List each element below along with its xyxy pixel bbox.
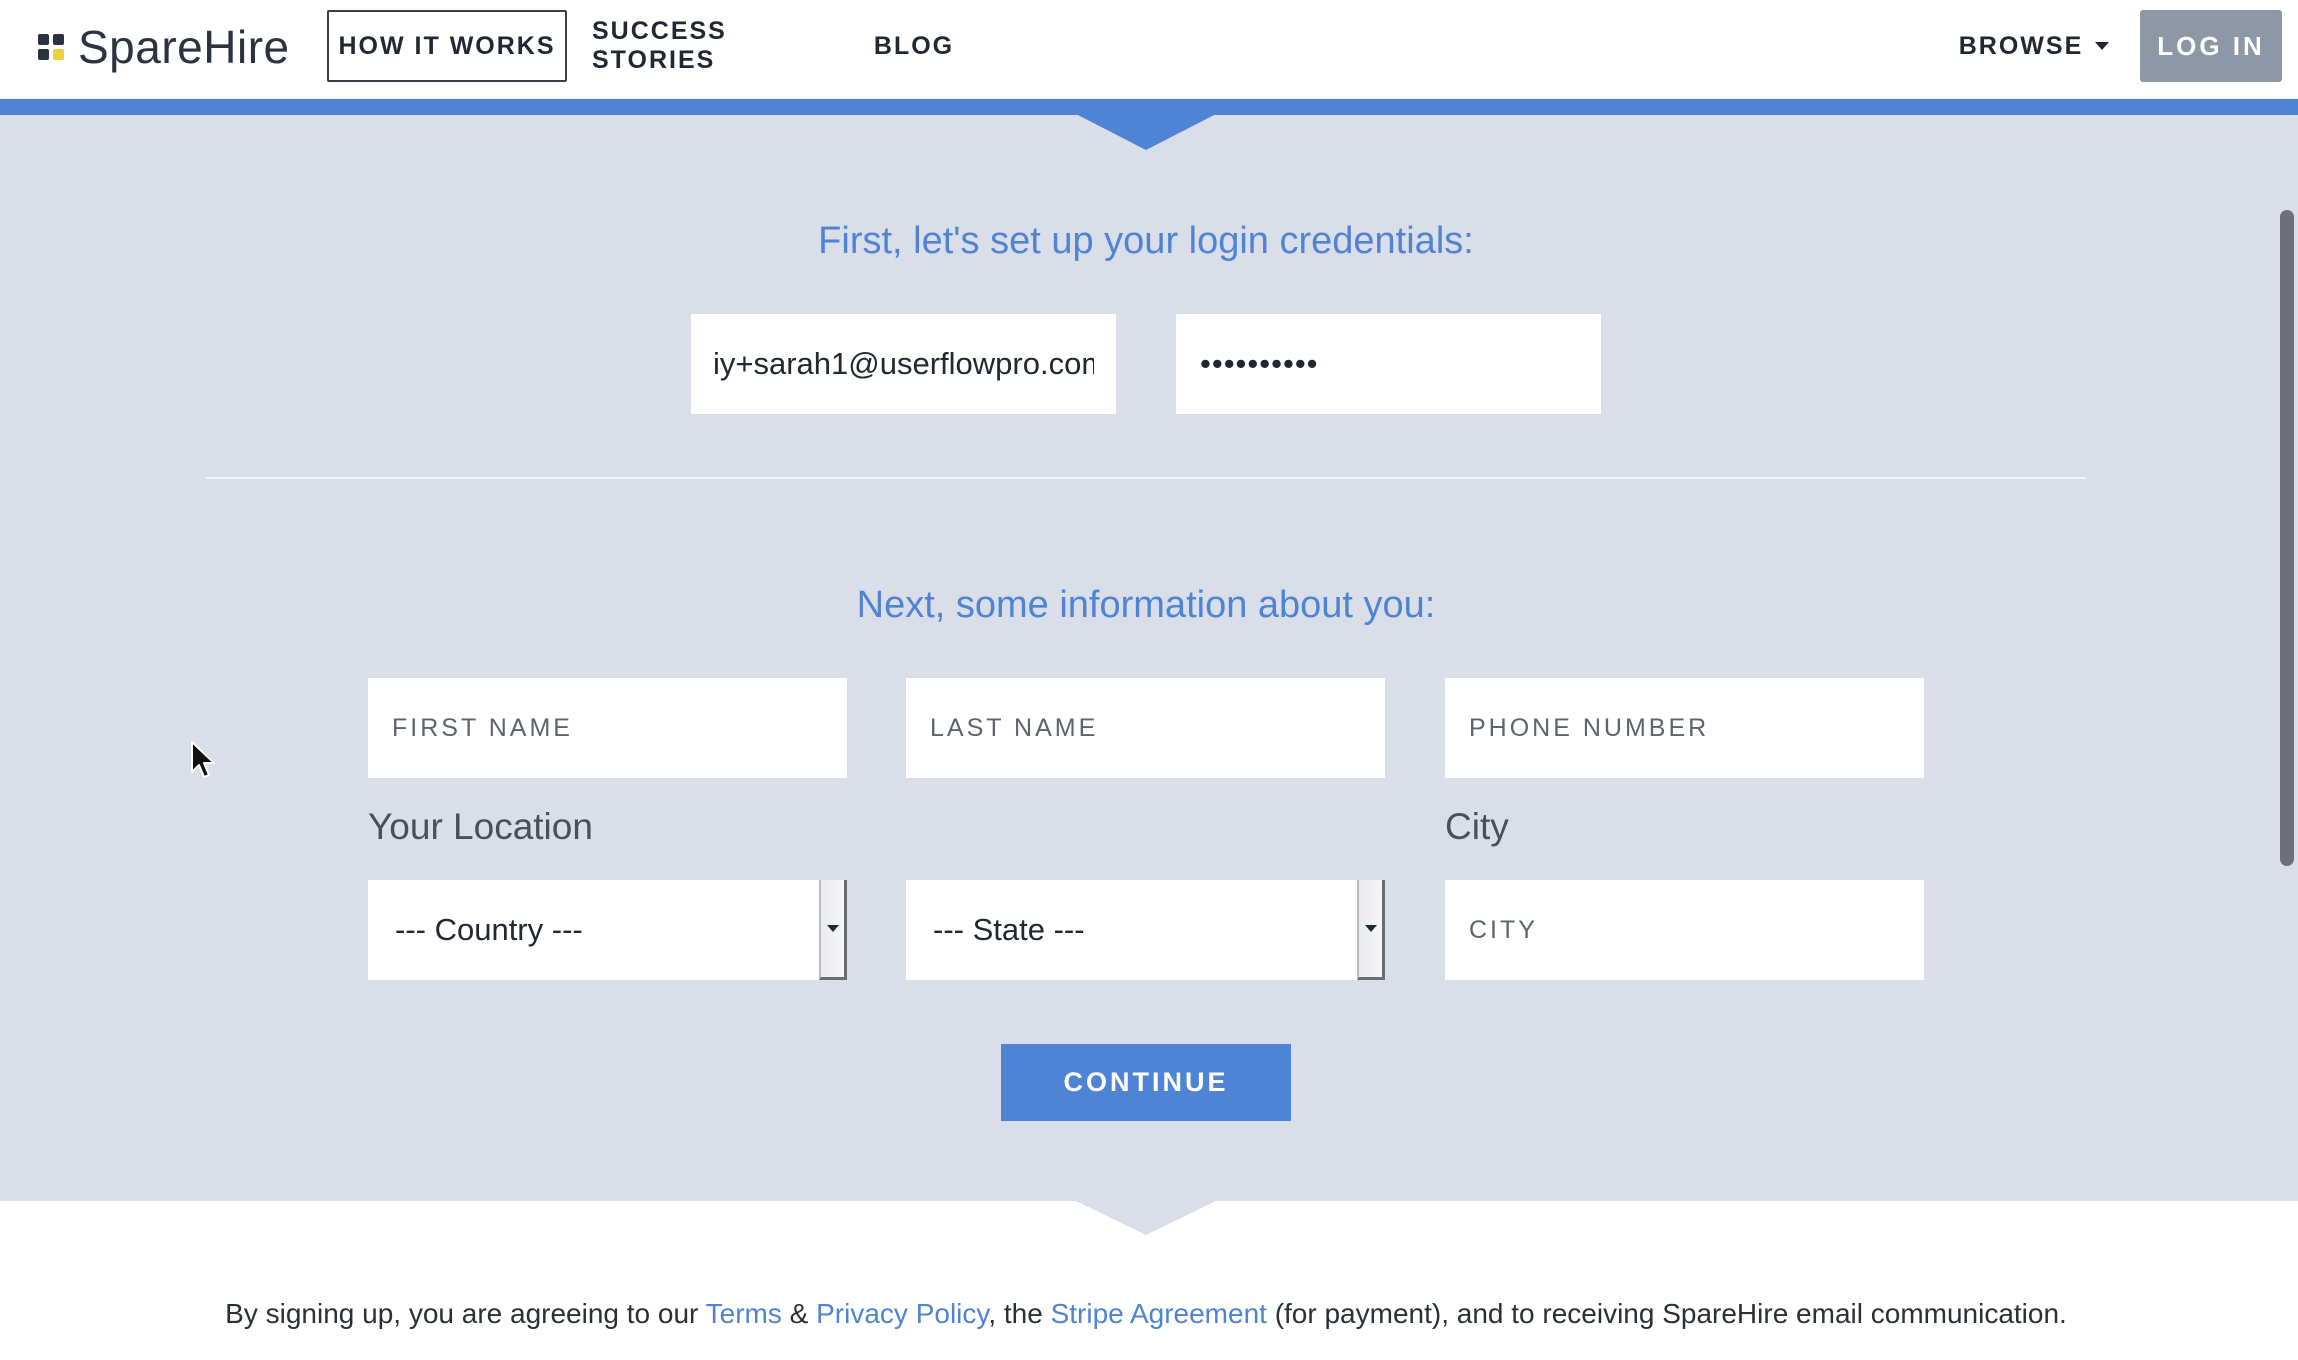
top-navigation-bar: SpareHire HOW IT WORKS SUCCESS STORIES B… <box>0 0 2298 99</box>
page-scrollbar-thumb[interactable] <box>2280 210 2294 866</box>
top-notch-decoration <box>1074 113 1218 150</box>
legal-suffix: (for payment), and to receiving SpareHir… <box>1266 1298 2067 1329</box>
dropdown-arrow-icon[interactable] <box>1357 880 1385 980</box>
first-name-field[interactable] <box>368 678 847 778</box>
chevron-down-icon <box>2095 42 2110 50</box>
signup-form-section <box>0 115 2298 1201</box>
legal-agreement-text: By signing up, you are agreeing to our T… <box>0 1298 2292 1330</box>
bottom-notch-decoration <box>1074 1200 1218 1235</box>
state-selected-value: --- State --- <box>933 912 1085 947</box>
section-divider <box>206 477 2086 479</box>
log-in-button[interactable]: LOG IN <box>2140 10 2282 82</box>
country-select[interactable]: --- Country --- <box>368 880 847 980</box>
password-field[interactable] <box>1176 314 1601 414</box>
legal-amp: & <box>781 1298 817 1329</box>
nav-browse-dropdown[interactable]: BROWSE <box>1958 10 2110 82</box>
terms-link[interactable]: Terms <box>706 1298 782 1329</box>
sparehire-logo[interactable]: SpareHire <box>38 21 290 73</box>
about-you-heading: Next, some information about you: <box>856 584 1436 626</box>
privacy-policy-link[interactable]: Privacy Policy <box>816 1298 988 1329</box>
state-select[interactable]: --- State --- <box>906 880 1385 980</box>
dropdown-arrow-icon[interactable] <box>819 880 847 980</box>
email-field[interactable] <box>691 314 1116 414</box>
nav-success-stories[interactable]: SUCCESS STORIES <box>592 10 832 82</box>
browse-label: BROWSE <box>1958 31 2084 60</box>
legal-middle: , the <box>988 1298 1051 1329</box>
phone-number-field[interactable] <box>1445 678 1924 778</box>
four-squares-grid-icon <box>38 34 64 60</box>
country-selected-value: --- Country --- <box>395 912 583 947</box>
nav-blog[interactable]: BLOG <box>874 10 952 82</box>
continue-button[interactable]: CONTINUE <box>1001 1044 1291 1121</box>
stripe-agreement-link[interactable]: Stripe Agreement <box>1051 1298 1267 1329</box>
last-name-field[interactable] <box>906 678 1385 778</box>
logo-text: SpareHire <box>78 21 290 73</box>
credentials-heading: First, let's set up your login credentia… <box>818 220 1474 262</box>
your-location-label: Your Location <box>368 806 593 847</box>
city-label: City <box>1445 806 1509 847</box>
mouse-cursor-icon <box>191 741 215 778</box>
nav-how-it-works[interactable]: HOW IT WORKS <box>327 10 567 82</box>
legal-prefix: By signing up, you are agreeing to our <box>225 1298 706 1329</box>
city-field[interactable] <box>1445 880 1924 980</box>
